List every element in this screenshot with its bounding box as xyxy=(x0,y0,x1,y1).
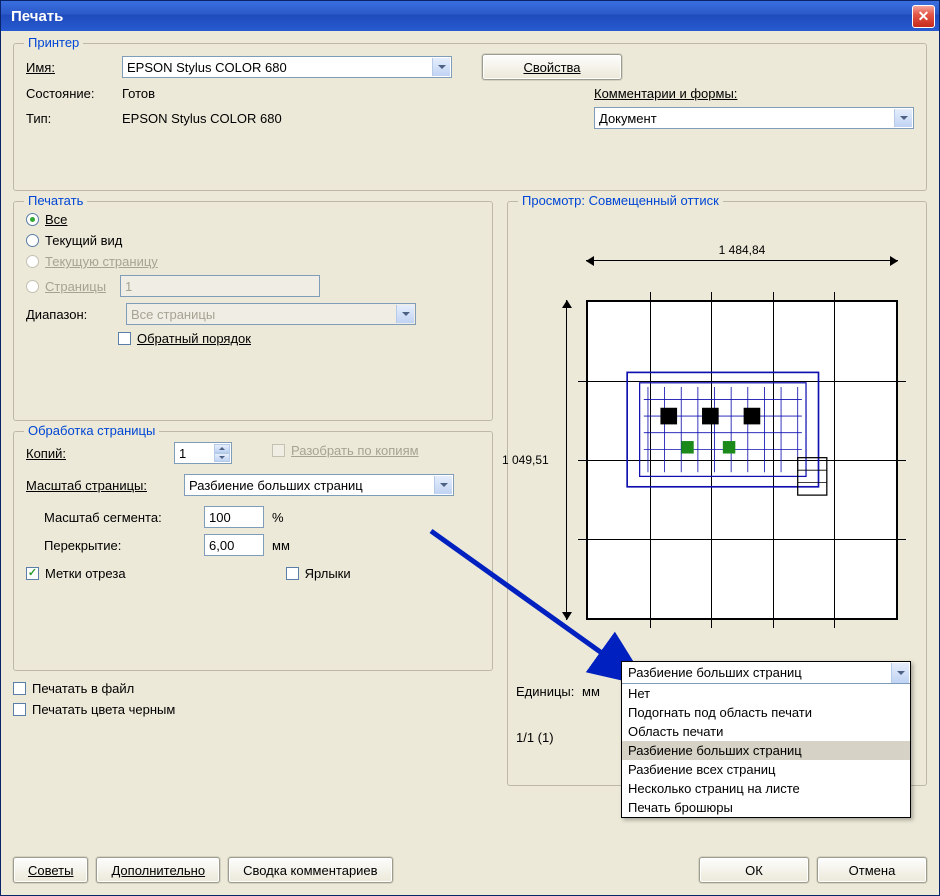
printer-group: Принтер Имя: EPSON Stylus COLOR 680 Свой… xyxy=(13,43,927,191)
printer-name-label: Имя: xyxy=(26,60,114,75)
properties-button[interactable]: Свойства xyxy=(482,54,622,80)
chevron-down-icon xyxy=(891,663,909,683)
range-legend: Печатать xyxy=(24,193,87,208)
popup-item-tile-all[interactable]: Разбиение всех страниц xyxy=(622,760,910,779)
comments-value: Документ xyxy=(599,111,657,126)
radio-all[interactable]: Все xyxy=(26,212,480,227)
titlebar: Печать ✕ xyxy=(1,1,939,31)
popup-item-booklet[interactable]: Печать брошюры xyxy=(622,798,910,817)
checkbox-icon xyxy=(272,444,285,457)
checkbox-icon xyxy=(286,567,299,580)
cancel-button[interactable]: Отмена xyxy=(817,857,927,883)
reverse-checkbox[interactable]: Обратный порядок xyxy=(118,331,251,346)
comments-summary-button[interactable]: Сводка комментариев xyxy=(228,857,393,883)
tips-button[interactable]: Советы xyxy=(13,857,88,883)
copies-input[interactable]: 1 xyxy=(174,442,232,464)
units-value: мм xyxy=(582,684,600,699)
spinner-buttons[interactable] xyxy=(214,444,230,462)
handling-legend: Обработка страницы xyxy=(24,423,159,438)
client-area: Принтер Имя: EPSON Stylus COLOR 680 Свой… xyxy=(1,31,939,895)
preview-sheet xyxy=(586,300,898,620)
popup-item-area[interactable]: Область печати xyxy=(622,722,910,741)
tile-scale-unit: % xyxy=(272,510,284,525)
overlap-input[interactable]: 6,00 xyxy=(204,534,264,556)
bottom-bar: Советы Дополнительно Сводка комментариев… xyxy=(13,857,927,883)
radio-icon xyxy=(26,280,39,293)
subrange-label: Диапазон: xyxy=(26,307,118,322)
checkbox-icon xyxy=(26,567,39,580)
printer-name-value: EPSON Stylus COLOR 680 xyxy=(127,60,287,75)
chevron-down-icon xyxy=(432,58,450,76)
plan-drawing xyxy=(623,362,831,528)
dimension-width: 1 484,84 xyxy=(586,260,898,280)
close-icon: ✕ xyxy=(918,8,930,25)
units-row: Единицы: мм xyxy=(516,684,600,699)
window-title: Печать xyxy=(11,8,63,25)
scale-popup-header[interactable]: Разбиение больших страниц xyxy=(622,662,910,684)
print-to-file-checkbox[interactable]: Печатать в файл xyxy=(13,681,493,696)
collate-checkbox: Разобрать по копиям xyxy=(272,443,419,458)
chevron-down-icon xyxy=(434,476,452,494)
dimension-height: 1 049,51 xyxy=(566,300,567,620)
comments-select[interactable]: Документ xyxy=(594,107,914,129)
radio-icon xyxy=(26,255,39,268)
ok-button[interactable]: ОК xyxy=(699,857,809,883)
radio-current-view[interactable]: Текущий вид xyxy=(26,233,480,248)
subrange-select: Все страницы xyxy=(126,303,416,325)
overlap-unit: мм xyxy=(272,538,290,553)
overlap-label: Перекрытие: xyxy=(44,538,196,553)
checkbox-icon xyxy=(118,332,131,345)
preview-canvas: 1 484,84 1 049,51 xyxy=(516,240,918,680)
tile-scale-input[interactable]: 100 xyxy=(204,506,264,528)
radio-pages: Страницы xyxy=(26,279,106,294)
preview-legend: Просмотр: Совмещенный оттиск xyxy=(518,193,723,208)
popup-item-tile-large[interactable]: Разбиение больших страниц xyxy=(622,741,910,760)
scale-popup[interactable]: Разбиение больших страниц Нет Подогнать … xyxy=(621,661,911,818)
radio-icon xyxy=(26,234,39,247)
scale-select[interactable]: Разбиение больших страниц xyxy=(184,474,454,496)
status-label: Состояние: xyxy=(26,86,114,101)
chevron-down-icon xyxy=(396,305,414,323)
printer-legend: Принтер xyxy=(24,35,83,50)
chevron-down-icon xyxy=(894,109,912,127)
print-black-checkbox[interactable]: Печатать цвета черным xyxy=(13,702,493,717)
print-dialog: Печать ✕ Принтер Имя: EPSON Stylus COLOR… xyxy=(0,0,940,896)
range-group: Печатать Все Текущий вид Текущую страниц… xyxy=(13,201,493,421)
radio-icon xyxy=(26,213,39,226)
advanced-button[interactable]: Дополнительно xyxy=(96,857,220,883)
dimension-height-value: 1 049,51 xyxy=(502,453,549,467)
dimension-width-value: 1 484,84 xyxy=(715,243,770,257)
type-value: EPSON Stylus COLOR 680 xyxy=(122,111,282,126)
scale-label: Масштаб страницы: xyxy=(26,478,176,493)
handling-group: Обработка страницы Копий: 1 xyxy=(13,431,493,671)
pages-input: 1 xyxy=(120,275,320,297)
radio-current-page: Текущую страницу xyxy=(26,254,480,269)
status-value: Готов xyxy=(122,86,155,101)
printer-name-select[interactable]: EPSON Stylus COLOR 680 xyxy=(122,56,452,78)
popup-item-fit[interactable]: Подогнать под область печати xyxy=(622,703,910,722)
cut-marks-checkbox[interactable]: Метки отреза xyxy=(26,566,126,581)
tile-scale-label: Масштаб сегмента: xyxy=(44,510,196,525)
type-label: Тип: xyxy=(26,111,114,126)
comments-label: Комментарии и формы: xyxy=(594,86,914,101)
popup-item-none[interactable]: Нет xyxy=(622,684,910,703)
checkbox-icon xyxy=(13,682,26,695)
checkbox-icon xyxy=(13,703,26,716)
close-button[interactable]: ✕ xyxy=(912,5,935,28)
copies-label: Копий: xyxy=(26,446,166,461)
popup-item-multi[interactable]: Несколько страниц на листе xyxy=(622,779,910,798)
page-counter: 1/1 (1) xyxy=(516,730,554,745)
labels-checkbox[interactable]: Ярлыки xyxy=(286,566,351,581)
